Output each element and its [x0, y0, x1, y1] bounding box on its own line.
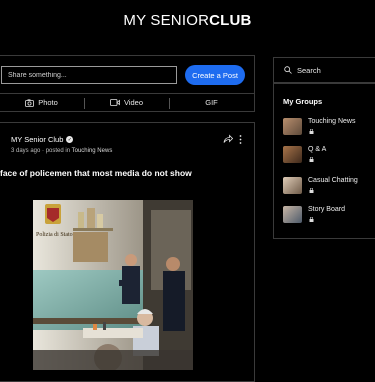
camera-icon [25, 98, 35, 107]
group-thumbnail [283, 206, 302, 223]
post-category-link[interactable]: Touching News [72, 148, 113, 154]
logo-text-bold: CLUB [209, 12, 252, 29]
post-title[interactable]: face of policemen that most media do not… [0, 168, 254, 178]
video-icon [110, 99, 120, 106]
gif-button[interactable]: GIF [169, 94, 254, 111]
my-groups-panel: My Groups Touching News Q & A Casual Cha… [273, 83, 375, 239]
lock-icon [309, 157, 314, 162]
group-thumbnail [283, 118, 302, 135]
search-label: Search [297, 65, 321, 75]
group-item[interactable]: Q & A [283, 146, 375, 168]
photo-button[interactable]: Photo [0, 94, 84, 111]
lock-icon [309, 129, 314, 134]
video-label: Video [123, 98, 144, 107]
post-author[interactable]: MY Senior Club ✓ [11, 135, 74, 144]
group-name: Q & A [308, 146, 327, 153]
image-caption: Polizia di Stato [36, 232, 73, 238]
post-image[interactable]: Polizia di Stato [33, 200, 193, 370]
gif-label: GIF [205, 98, 218, 107]
media-bar: Photo Video GIF [0, 93, 255, 112]
more-options-icon[interactable] [239, 135, 242, 144]
group-item[interactable]: Story Board [283, 206, 375, 228]
create-post-button[interactable]: Create a Post [185, 65, 245, 85]
share-something-input[interactable] [1, 66, 177, 84]
group-item[interactable]: Casual Chatting [283, 177, 375, 199]
photo-label: Photo [38, 98, 58, 107]
logo-text-thin: MY SENIOR [123, 12, 210, 29]
groups-title: My Groups [283, 97, 323, 106]
post-time: 3 days ago [11, 148, 41, 154]
video-button[interactable]: Video [84, 94, 169, 111]
posted-in-text: · posted in [42, 148, 71, 154]
lock-icon [309, 217, 314, 222]
verified-badge-icon: ✓ [66, 136, 74, 143]
group-name: Story Board [308, 206, 345, 213]
group-item[interactable]: Touching News [283, 118, 375, 140]
group-name: Touching News [308, 118, 356, 125]
group-thumbnail [283, 146, 302, 163]
search-icon [284, 66, 292, 74]
author-name: MY Senior Club [11, 135, 64, 144]
search-bar[interactable]: Search [273, 57, 375, 83]
post-meta: 3 days ago · posted in Touching News [11, 148, 112, 154]
group-name: Casual Chatting [308, 177, 358, 184]
share-icon[interactable] [223, 134, 233, 144]
lock-icon [309, 188, 314, 193]
post-card: MY Senior Club ✓ 3 days ago · posted in … [0, 122, 255, 382]
group-thumbnail [283, 177, 302, 194]
site-logo[interactable]: MY SENIORCLUB [0, 12, 375, 29]
